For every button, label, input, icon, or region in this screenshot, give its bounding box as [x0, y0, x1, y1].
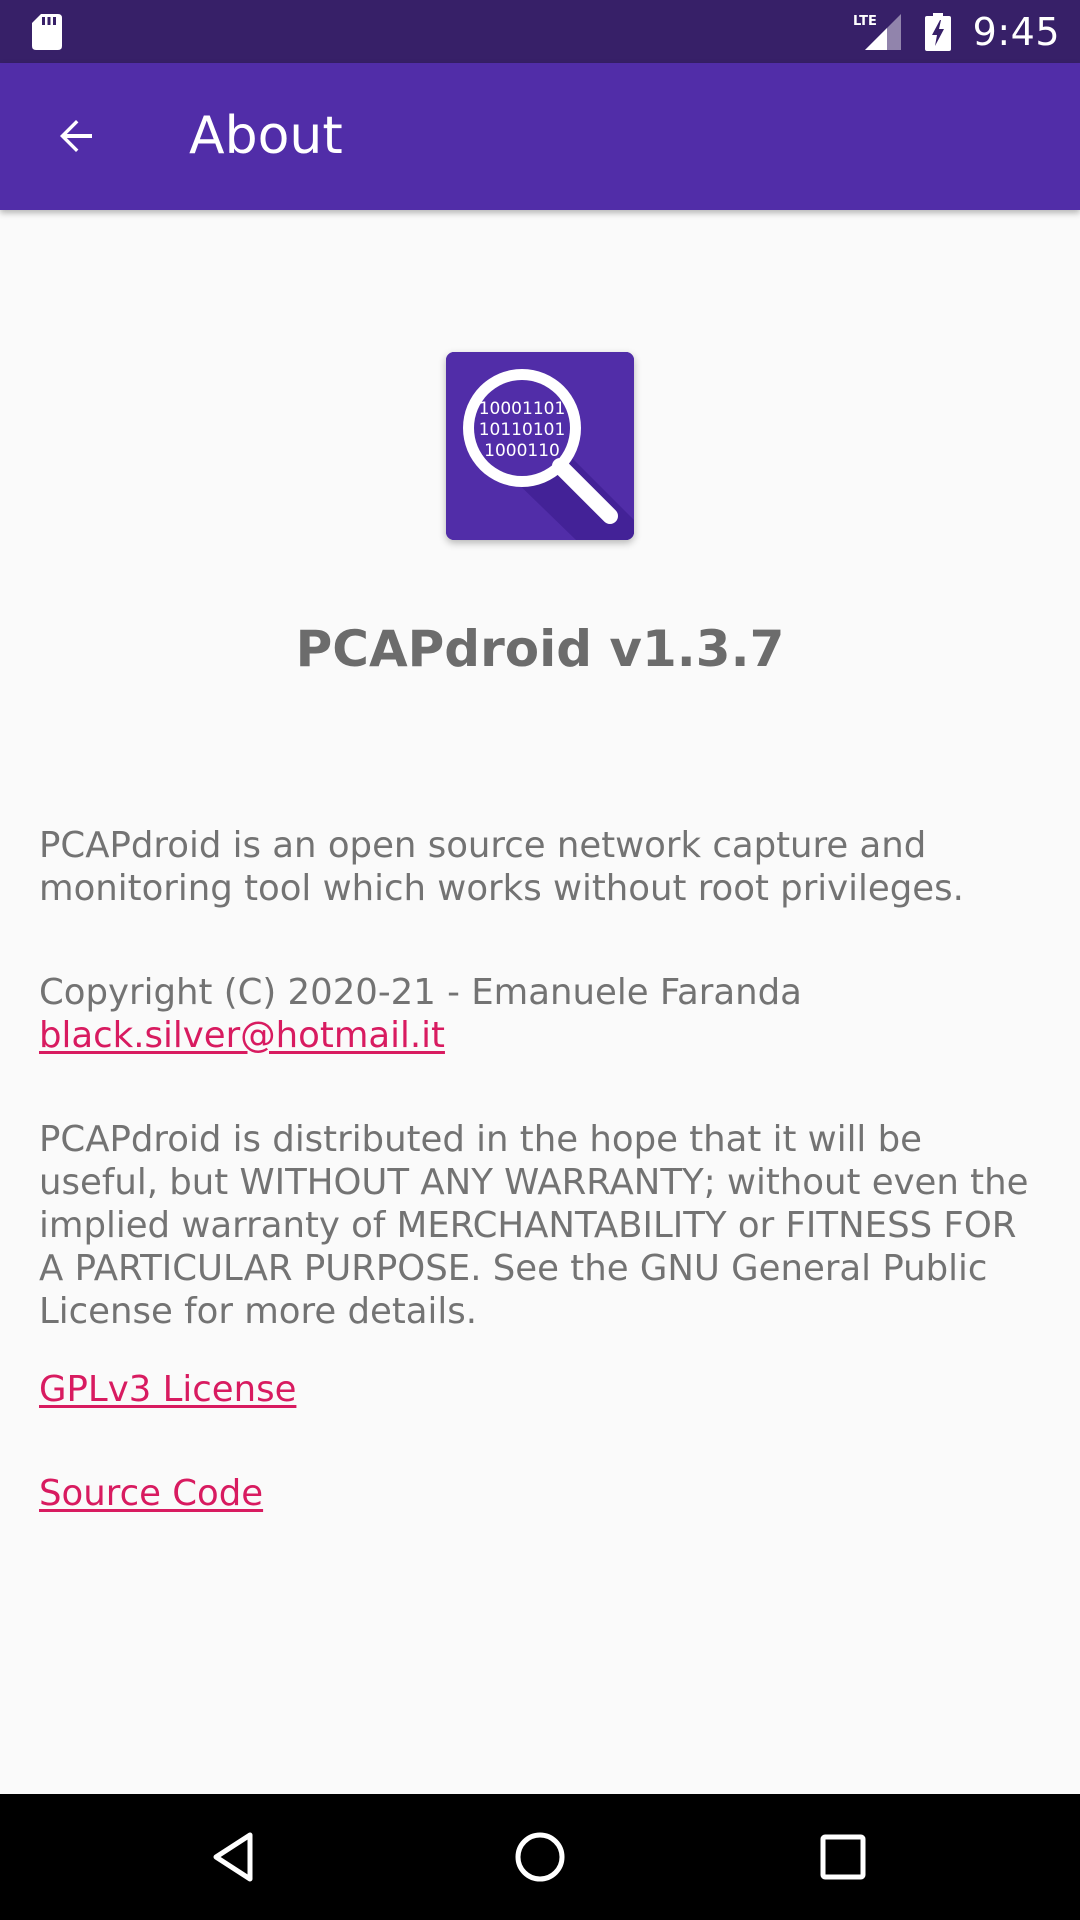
- nav-recents-button[interactable]: [803, 1817, 883, 1897]
- app-bar: About: [0, 63, 1080, 210]
- copyright-text: Copyright (C) 2020-21 - Emanuele Faranda: [39, 972, 802, 1013]
- app-logo: 10001101 10110101 1000110: [446, 352, 634, 540]
- lte-signal-icon: LTE: [853, 13, 901, 50]
- logo-binary-line-3: 1000110: [484, 441, 560, 461]
- logo-binary-line-2: 10110101: [479, 420, 566, 440]
- status-clock: 9:45: [972, 9, 1060, 54]
- sd-card-icon: [32, 14, 62, 50]
- logo-binary-line-1: 10001101: [479, 399, 566, 419]
- battery-charging-icon: [924, 12, 951, 51]
- app-description: PCAPdroid is an open source network capt…: [39, 825, 964, 909]
- about-content: 10001101 10110101 1000110 PCAPdroid v1.3…: [0, 210, 1080, 1794]
- back-triangle-icon: [213, 1832, 253, 1882]
- back-button[interactable]: [36, 96, 116, 176]
- copyright-block: Copyright (C) 2020-21 - Emanuele Faranda…: [39, 971, 1049, 1057]
- license-link-row: GPLv3 License: [39, 1368, 1049, 1411]
- network-type-label: LTE: [853, 14, 877, 29]
- recents-square-icon: [820, 1834, 866, 1880]
- magnifier-binary-icon: 10001101 10110101 1000110: [446, 352, 634, 540]
- source-code-link[interactable]: Source Code: [39, 1473, 263, 1514]
- page-title: About: [189, 106, 343, 166]
- home-circle-icon: [515, 1832, 565, 1882]
- status-bar: LTE 9:45: [0, 0, 1080, 63]
- email-link[interactable]: black.silver@hotmail.it: [39, 1015, 445, 1056]
- nav-home-button[interactable]: [500, 1817, 580, 1897]
- source-link-row: Source Code: [39, 1472, 1049, 1515]
- navigation-bar: [0, 1794, 1080, 1920]
- arrow-back-icon: [60, 120, 92, 152]
- nav-back-button[interactable]: [196, 1817, 276, 1897]
- warranty-text: PCAPdroid is distributed in the hope tha…: [39, 1119, 1029, 1332]
- gplv3-license-link[interactable]: GPLv3 License: [39, 1369, 296, 1410]
- app-name-version: PCAPdroid v1.3.7: [295, 620, 785, 678]
